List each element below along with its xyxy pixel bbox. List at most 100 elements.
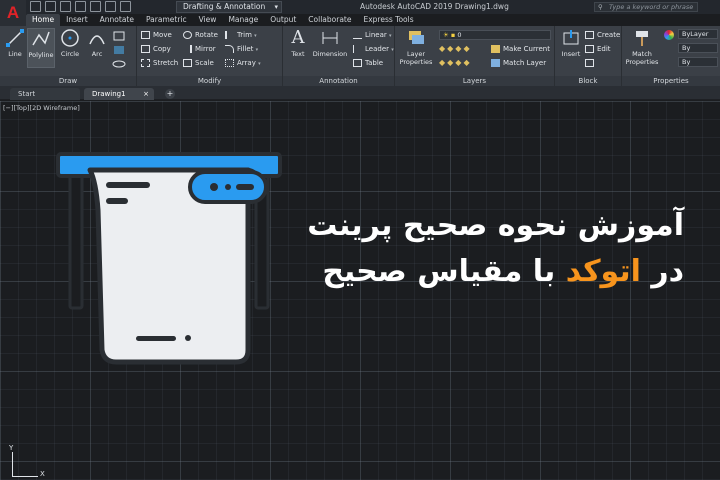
annotation-panel-title[interactable]: Annotation [283, 76, 394, 86]
new-tab-button[interactable]: + [165, 89, 175, 99]
app-menu-button[interactable]: A [0, 0, 26, 26]
tab-output[interactable]: Output [264, 14, 302, 26]
insert-block-icon [563, 30, 579, 45]
tab-collaborate[interactable]: Collaborate [302, 14, 357, 26]
redo-icon[interactable] [120, 1, 131, 12]
linetype-dropdown[interactable]: By [678, 57, 718, 67]
properties-panel: Match Properties ByLayer By By Propertie… [622, 26, 720, 86]
edit-block-icon [585, 45, 594, 53]
file-tab-drawing[interactable]: Drawing1 × [84, 88, 154, 100]
file-tab-start-label: Start [18, 90, 36, 98]
dimension-icon [322, 32, 338, 44]
current-layer-value: 0 [457, 31, 462, 39]
tab-annotate[interactable]: Annotate [94, 14, 140, 26]
create-block-button[interactable]: Create [585, 29, 620, 41]
headline-line-1: آموزش نحوه صحیح پرینت [307, 208, 684, 243]
linear-label: Linear [365, 31, 387, 39]
tab-express-tools[interactable]: Express Tools [357, 14, 419, 26]
mirror-icon [183, 45, 192, 53]
linetype-value: By [682, 58, 691, 66]
tab-manage[interactable]: Manage [222, 14, 264, 26]
rotate-icon [183, 31, 192, 39]
leader-icon [353, 45, 362, 53]
layer-tool-icons-row-2[interactable]: ◆◆◆◆ [439, 58, 472, 67]
table-icon [353, 59, 362, 67]
block-attribute-button[interactable] [585, 57, 597, 69]
new-file-icon[interactable] [30, 1, 41, 12]
search-input[interactable]: ⚲ Type a keyword or phrase [594, 2, 698, 12]
dimension-button[interactable]: Dimension [311, 28, 349, 58]
fillet-button[interactable]: Fillet ▾ [225, 43, 258, 55]
undo-icon[interactable] [105, 1, 116, 12]
fillet-label: Fillet [237, 45, 254, 53]
close-icon[interactable]: × [143, 88, 149, 100]
open-file-icon[interactable] [45, 1, 56, 12]
text-button[interactable]: A Text [286, 28, 310, 59]
mirror-label: Mirror [195, 45, 216, 53]
stretch-button[interactable]: Stretch [141, 57, 178, 69]
ribbon-tabs: Home Insert Annotate Parametric View Man… [26, 14, 420, 26]
circle-label: Circle [60, 50, 80, 58]
block-panel-title[interactable]: Block [555, 76, 621, 86]
copy-label: Copy [153, 45, 171, 53]
trim-label: Trim [237, 31, 252, 39]
save-icon[interactable] [60, 1, 71, 12]
workspace-selector[interactable]: Drafting & Annotation ▾ [176, 1, 282, 13]
tab-parametric[interactable]: Parametric [140, 14, 193, 26]
leader-label: Leader [365, 45, 390, 53]
file-tab-start[interactable]: Start [10, 88, 80, 100]
layers-panel-title[interactable]: Layers [395, 76, 554, 86]
tab-home[interactable]: Home [26, 14, 61, 26]
draw-panel-title[interactable]: Draw [0, 76, 136, 86]
circle-icon [61, 29, 79, 47]
autocad-logo-icon: A [6, 3, 20, 22]
viewport-controls[interactable]: [−][Top][2D Wireframe] [3, 104, 80, 112]
headline-line-2: در اتوکد با مقیاس صحیح [264, 252, 684, 292]
draw-more-icons[interactable] [112, 30, 134, 70]
paintbrush-icon [636, 31, 648, 46]
circle-button[interactable]: Circle [58, 28, 82, 58]
rotate-button[interactable]: Rotate [183, 29, 218, 41]
line-button[interactable]: Line [3, 28, 27, 58]
arc-button[interactable]: Arc [85, 28, 109, 58]
polyline-button[interactable]: Polyline [27, 28, 55, 68]
layer-stack-icon [409, 31, 424, 44]
insert-button[interactable]: Insert [559, 28, 583, 58]
move-button[interactable]: Move [141, 29, 172, 41]
plot-icon[interactable] [90, 1, 101, 12]
table-label: Table [365, 59, 384, 67]
layer-dropdown[interactable]: ☀ ▪ 0 [439, 30, 551, 40]
leader-button[interactable]: Leader ▾ [353, 43, 394, 55]
make-current-label: Make Current [503, 45, 550, 53]
ribbon: Line Polyline Circle Arc Draw Move Rotat… [0, 26, 720, 86]
dimension-label: Dimension [312, 50, 348, 58]
properties-panel-title[interactable]: Properties [622, 76, 720, 86]
trim-button[interactable]: Trim ▾ [225, 29, 257, 41]
save-as-icon[interactable] [75, 1, 86, 12]
array-button[interactable]: Array ▾ [225, 57, 261, 69]
trim-icon [225, 31, 234, 39]
color-dropdown[interactable]: ByLayer [678, 29, 718, 39]
edit-block-button[interactable]: Edit [585, 43, 611, 55]
fillet-icon [225, 45, 234, 53]
layer-tool-icons-row-1[interactable]: ◆◆◆◆ [439, 44, 472, 53]
copy-button[interactable]: Copy [141, 43, 171, 55]
linear-button[interactable]: Linear ▾ [353, 29, 392, 41]
match-layer-button[interactable]: Match Layer [491, 57, 546, 69]
color-wheel-icon[interactable] [664, 30, 674, 40]
ucs-y-axis-icon [12, 452, 13, 476]
match-properties-label: Match Properties [625, 50, 659, 66]
polyline-icon [32, 31, 50, 46]
tab-insert[interactable]: Insert [60, 14, 94, 26]
table-button[interactable]: Table [353, 57, 383, 69]
file-tab-drawing-label: Drawing1 [92, 90, 126, 98]
mirror-button[interactable]: Mirror [183, 43, 216, 55]
array-icon [225, 59, 234, 67]
lineweight-dropdown[interactable]: By [678, 43, 718, 53]
scale-button[interactable]: Scale [183, 57, 214, 69]
make-current-button[interactable]: Make Current [491, 43, 550, 55]
layer-properties-button[interactable]: Layer Properties [397, 28, 435, 66]
tab-view[interactable]: View [193, 14, 223, 26]
match-properties-button[interactable]: Match Properties [624, 28, 660, 66]
modify-panel-title[interactable]: Modify [137, 76, 282, 86]
